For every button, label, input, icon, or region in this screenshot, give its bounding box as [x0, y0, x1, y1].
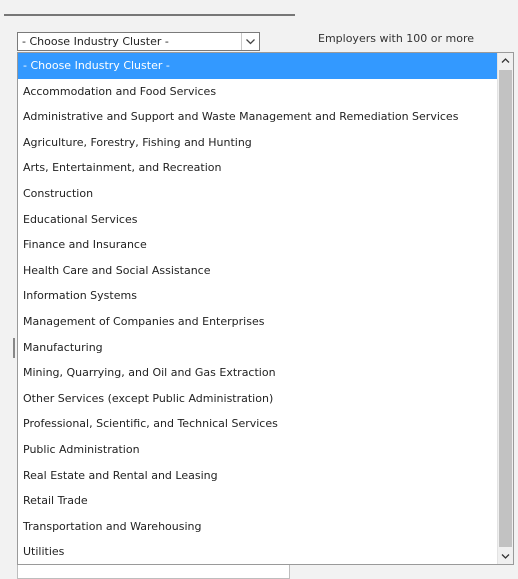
chevron-down-icon[interactable]	[241, 33, 259, 50]
top-divider	[4, 14, 295, 16]
industry-cluster-select[interactable]: - Choose Industry Cluster -	[17, 32, 260, 51]
list-item[interactable]: Management of Companies and Enterprises	[18, 309, 497, 335]
list-item[interactable]: Utilities	[18, 539, 497, 564]
list-item[interactable]: Mining, Quarrying, and Oil and Gas Extra…	[18, 360, 497, 386]
scroll-down-button[interactable]	[498, 548, 513, 564]
list-item[interactable]: - Choose Industry Cluster -	[18, 53, 497, 79]
list-item[interactable]: Construction	[18, 181, 497, 207]
list-item[interactable]: Health Care and Social Assistance	[18, 258, 497, 284]
list-item[interactable]: Information Systems	[18, 283, 497, 309]
list-item[interactable]: Transportation and Warehousing	[18, 514, 497, 540]
employer-size-label: Employers with 100 or more	[318, 32, 475, 45]
list-item[interactable]: Administrative and Support and Waste Man…	[18, 104, 497, 130]
list-item[interactable]: Finance and Insurance	[18, 232, 497, 258]
list-item[interactable]: Agriculture, Forestry, Fishing and Hunti…	[18, 130, 497, 156]
list-item[interactable]: Other Services (except Public Administra…	[18, 386, 497, 412]
list-item[interactable]: Accommodation and Food Services	[18, 79, 497, 105]
list-item[interactable]: Manufacturing	[18, 335, 497, 361]
list-item[interactable]: Educational Services	[18, 207, 497, 233]
scrollbar[interactable]	[497, 53, 513, 564]
select-value: - Choose Industry Cluster -	[22, 35, 169, 48]
list-item[interactable]: Real Estate and Rental and Leasing	[18, 463, 497, 489]
scroll-up-button[interactable]	[498, 53, 513, 69]
option-list: - Choose Industry Cluster - Accommodation…	[18, 53, 497, 564]
list-item[interactable]: Public Administration	[18, 437, 497, 463]
list-item[interactable]: Retail Trade	[18, 488, 497, 514]
industry-cluster-dropdown-list[interactable]: - Choose Industry Cluster - Accommodation…	[17, 52, 514, 565]
list-item[interactable]: Arts, Entertainment, and Recreation	[18, 155, 497, 181]
list-item[interactable]: Professional, Scientific, and Technical …	[18, 411, 497, 437]
scroll-thumb[interactable]	[499, 70, 512, 547]
background-control-edge	[13, 338, 15, 358]
